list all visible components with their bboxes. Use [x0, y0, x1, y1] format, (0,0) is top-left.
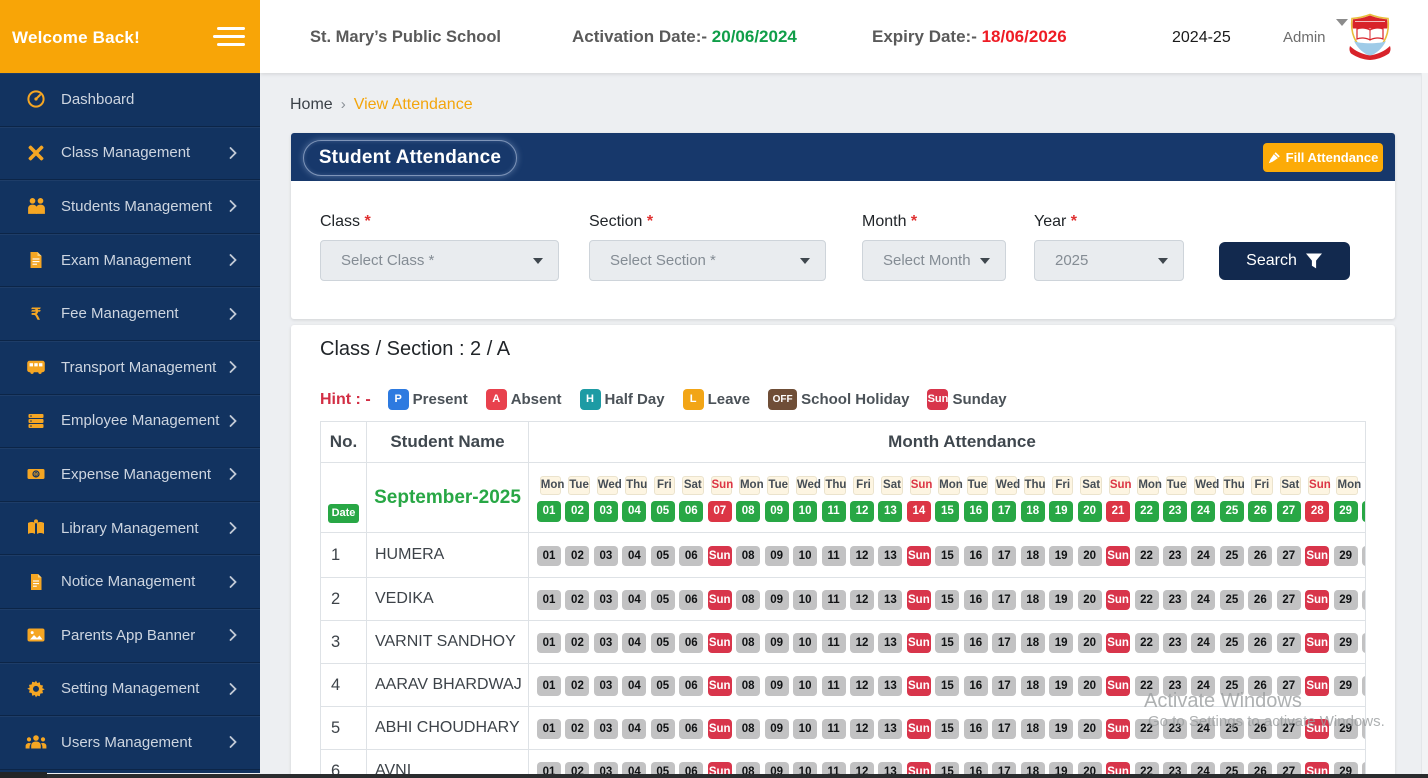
svg-text:0: 0	[34, 472, 38, 479]
svg-text:₹: ₹	[31, 306, 41, 323]
